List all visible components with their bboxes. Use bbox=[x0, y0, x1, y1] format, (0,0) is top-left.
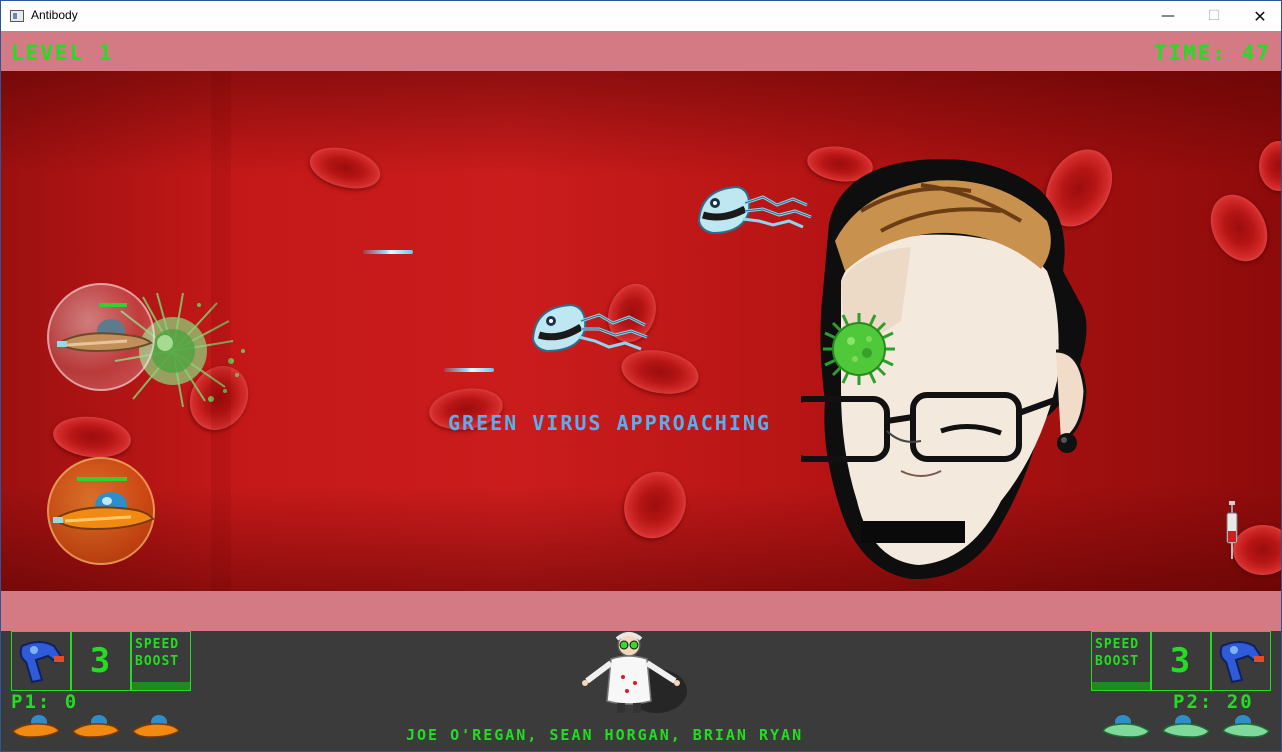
blood-cell bbox=[613, 461, 697, 549]
ship-life-icon bbox=[1162, 715, 1211, 738]
player2-speed-bar bbox=[1092, 682, 1150, 690]
speed-label-line2: BOOST bbox=[1095, 654, 1140, 669]
laser-shot bbox=[444, 368, 494, 372]
credits-text: JOE O'REGAN, SEAN HORGAN, BRIAN RYAN bbox=[406, 726, 804, 744]
blaster-gun-icon bbox=[19, 641, 64, 684]
player1-weapon-slot bbox=[11, 631, 71, 691]
player2-speed-boost: SPEED BOOST bbox=[1091, 631, 1151, 691]
blood-cell bbox=[51, 413, 133, 461]
speed-label-line2: BOOST bbox=[135, 654, 180, 669]
app-window-icon bbox=[10, 10, 24, 22]
player2-rocket-count: 3 bbox=[1151, 631, 1211, 691]
nanobot-enemy bbox=[531, 303, 648, 353]
green-virus bbox=[823, 313, 895, 385]
blood-cell bbox=[1259, 141, 1281, 191]
ship-life-icon bbox=[71, 715, 120, 738]
top-hud-bar: LEVEL 1 TIME: 47 bbox=[1, 31, 1281, 71]
blood-vessel-playfield: GREEN VIRUS APPROACHING bbox=[1, 71, 1281, 591]
game-window: LEVEL 1 TIME: 47 GREEN VIRUS APPROACHING… bbox=[0, 31, 1282, 752]
blood-cell bbox=[1199, 184, 1279, 272]
virus-warning-message: GREEN VIRUS APPROACHING bbox=[448, 411, 771, 435]
player2-weapon-slot bbox=[1211, 631, 1271, 691]
maximize-button[interactable]: ☐ bbox=[1191, 1, 1237, 31]
speed-label-line1: SPEED bbox=[135, 637, 180, 652]
speed-label-line1: SPEED bbox=[1095, 637, 1140, 652]
minimize-button[interactable]: — bbox=[1145, 1, 1191, 31]
ship-life-icon bbox=[1222, 715, 1271, 738]
player1-ship bbox=[57, 319, 153, 353]
bottom-vessel-wall bbox=[1, 591, 1281, 631]
time-indicator: TIME: 47 bbox=[1153, 41, 1271, 65]
player1-speed-boost: SPEED BOOST bbox=[131, 631, 191, 691]
player1-score: P1: 0 bbox=[11, 691, 79, 713]
blaster-gun-icon bbox=[1219, 641, 1264, 684]
level-indicator: LEVEL 1 bbox=[11, 41, 114, 65]
window-title-bar: Antibody — ☐ ✕ bbox=[0, 0, 1282, 31]
player1-speed-bar bbox=[132, 682, 190, 690]
player2-score: P2: 20 bbox=[1173, 691, 1254, 713]
ship-life-icon bbox=[11, 715, 60, 738]
ship-life-icon bbox=[1102, 715, 1151, 738]
scientist-portrait bbox=[582, 632, 687, 713]
player2-health-bar bbox=[77, 477, 127, 481]
player1-health-bar bbox=[99, 303, 127, 307]
close-button[interactable]: ✕ bbox=[1237, 1, 1282, 31]
syringe-icon bbox=[1226, 501, 1238, 559]
player2-ship bbox=[53, 492, 155, 531]
ship-life-icon bbox=[131, 715, 180, 738]
bottom-hud-panel: 3 SPEED BOOST P1: 0 JOE O'REGAN, SEAN HO… bbox=[1, 631, 1281, 751]
window-title: Antibody bbox=[31, 8, 78, 22]
laser-shot bbox=[363, 250, 413, 254]
player1-rocket-count: 3 bbox=[71, 631, 131, 691]
blood-cell bbox=[305, 140, 385, 196]
